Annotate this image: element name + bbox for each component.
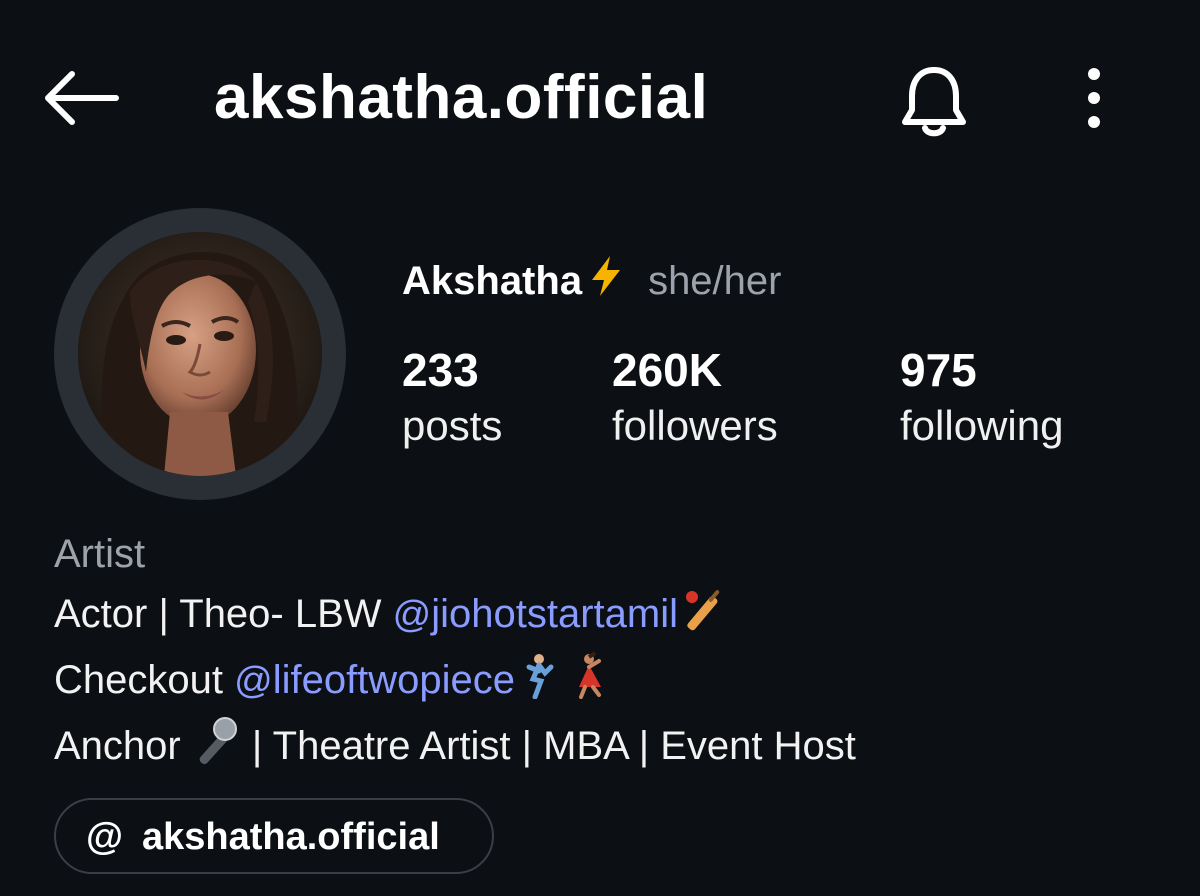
mention-jiohotstartamil[interactable]: @jiohotstartamil (393, 592, 678, 636)
bio-line-2-text: Checkout (54, 658, 235, 702)
followers-value: 260K (612, 344, 722, 396)
profile-username-title: akshatha.official (214, 63, 709, 132)
lightning-bolt-icon (584, 254, 628, 308)
bio-line-2: Checkout @lifeoftwopiece (54, 650, 856, 716)
threads-icon: @ (86, 816, 124, 858)
bio-line-3-suffix: | Theatre Artist | MBA | Event Host (240, 724, 856, 768)
profile-avatar[interactable] (54, 208, 346, 500)
notifications-button[interactable] (892, 62, 976, 140)
more-options-button[interactable] (1072, 62, 1116, 134)
posts-label: posts (402, 402, 503, 449)
top-bar: akshatha.official (0, 0, 1200, 200)
threads-mention-icon: @ (392, 594, 432, 636)
mention-handle: jiohotstartamil (431, 592, 678, 636)
posts-count[interactable]: 233 posts (402, 344, 502, 456)
threads-profile-link[interactable]: @ akshatha.official (54, 798, 494, 874)
display-name: Akshatha (402, 259, 583, 303)
following-value: 975 (900, 344, 977, 396)
bio-line-3: Anchor | Theatre Artist | MBA | Event Ho… (54, 716, 856, 782)
posts-value: 233 (402, 344, 479, 396)
microphone-icon (185, 717, 241, 782)
bio-line-1: Actor | Theo- LBW @jiohotstartamil (54, 584, 856, 650)
name-row: Akshatha she/her (402, 254, 781, 308)
back-button[interactable] (38, 66, 122, 130)
dancers-icon (519, 651, 619, 716)
following-count[interactable]: 975 following (900, 344, 1063, 456)
mention-lifeoftwopiece[interactable]: @lifeoftwopiece (234, 658, 515, 702)
profile-category: Artist (54, 532, 146, 576)
arrow-left-icon (45, 71, 119, 125)
threads-link-label: akshatha.official (142, 816, 440, 858)
pronouns: she/her (648, 259, 782, 303)
threads-mention-icon: @ (234, 660, 273, 702)
followers-label: followers (612, 402, 778, 449)
avatar-photo (78, 232, 322, 476)
bio: Artist Actor | Theo- LBW @jiohotstartami… (54, 524, 856, 782)
mention-handle: lifeoftwopiece (272, 658, 516, 702)
cricket-bat-icon (682, 589, 732, 650)
followers-count[interactable]: 260K followers (612, 344, 778, 456)
following-label: following (900, 402, 1064, 449)
more-vertical-icon (1088, 68, 1100, 128)
bio-line-1-text: Actor | Theo- LBW (54, 592, 393, 636)
bio-line-3-prefix: Anchor (54, 724, 181, 768)
bell-icon (902, 67, 966, 137)
